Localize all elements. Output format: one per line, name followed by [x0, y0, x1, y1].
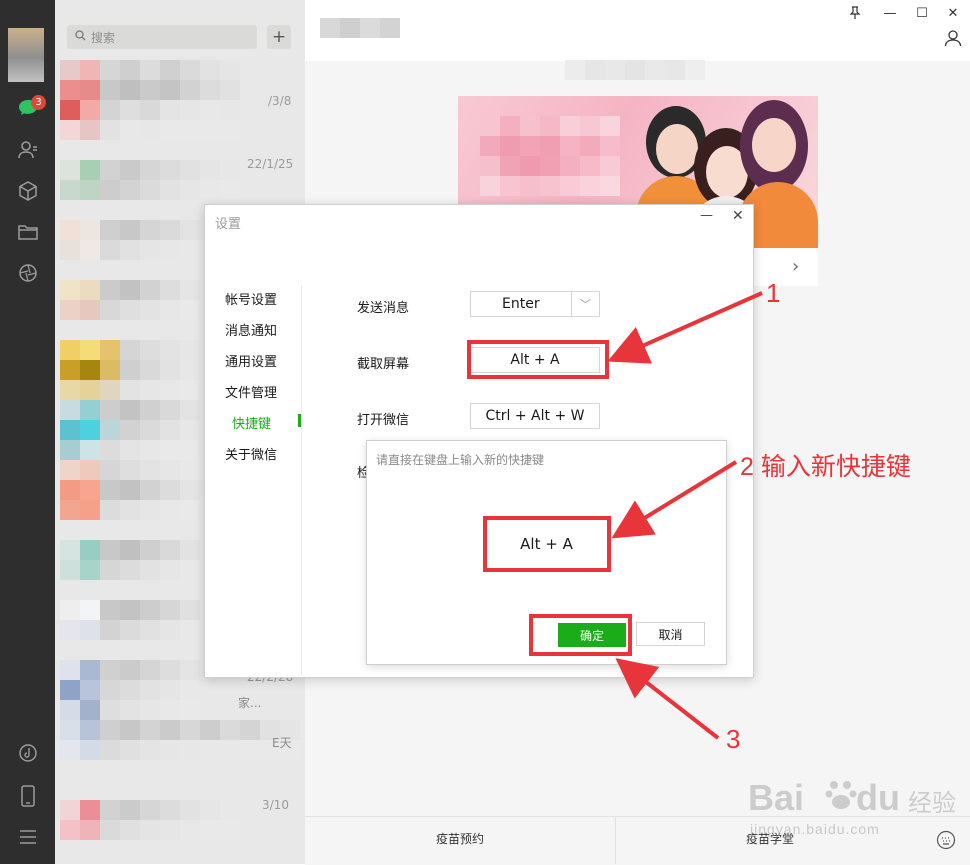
watermark-brand-suffix: du — [856, 777, 900, 818]
step-3-label: 3 — [726, 724, 741, 754]
annotation-arrows — [607, 291, 763, 740]
step-1-label: 1 — [766, 278, 781, 308]
baidu-watermark: Bai du 经验 jingyan.baidu.com — [740, 765, 970, 845]
step-2-label: 2 输入新快捷键 — [740, 453, 911, 481]
watermark-cn: 经验 — [908, 789, 956, 817]
watermark-brand: Bai — [748, 777, 805, 818]
paw-icon — [824, 777, 860, 813]
watermark-url: jingyan.baidu.com — [750, 821, 880, 837]
